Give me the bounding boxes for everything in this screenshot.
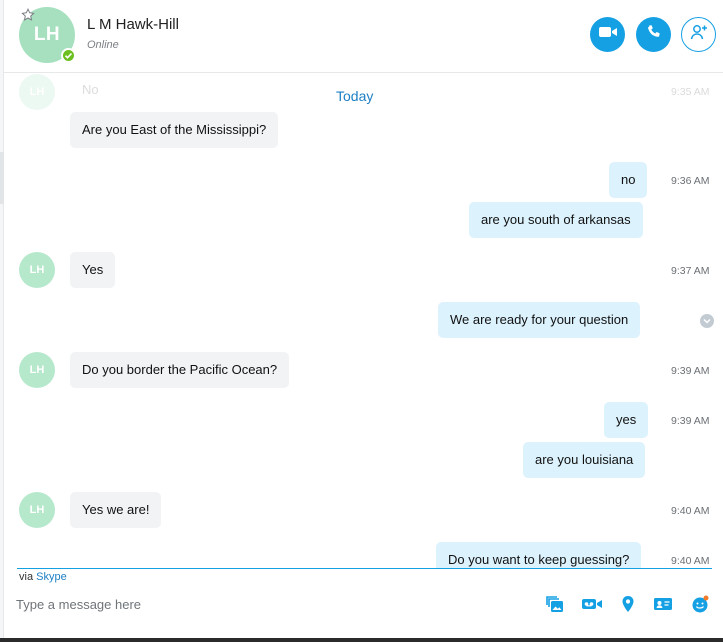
message-input[interactable] <box>16 591 516 617</box>
contact-avatar-small[interactable]: LH <box>19 492 55 528</box>
phone-icon <box>646 24 662 45</box>
message-bubble-outgoing[interactable]: are you louisiana <box>523 442 646 478</box>
via-label: via Skype <box>19 571 67 583</box>
via-skype-link[interactable]: Skype <box>36 571 67 583</box>
send-video-message-button[interactable] <box>582 596 602 616</box>
contact-name[interactable]: L M Hawk-Hill <box>87 16 179 33</box>
send-location-button[interactable] <box>618 595 638 618</box>
voicemail-icon <box>581 597 603 616</box>
image-icon <box>545 594 565 619</box>
contact-avatar-small[interactable]: LH <box>19 352 55 388</box>
contact-card-icon <box>653 597 673 616</box>
message-timestamp: 9:37 AM <box>671 265 710 277</box>
message-bubble-outgoing[interactable]: are you south of arkansas <box>469 202 643 238</box>
message-bubble-outgoing[interactable]: Do you want to keep guessing? <box>436 542 642 568</box>
message-bubble-outgoing[interactable]: yes <box>604 402 649 438</box>
favorite-star-icon[interactable] <box>21 8 35 22</box>
add-person-icon <box>689 23 709 46</box>
message-bubble-incoming[interactable]: Yes we are! <box>70 492 162 528</box>
conversation-pane[interactable]: LH No 9:35 AM Today Are you East of the … <box>4 74 723 568</box>
message-bubble-outgoing[interactable]: We are ready for your question <box>438 302 641 338</box>
message-bubble-incoming[interactable]: Yes <box>70 252 116 288</box>
message-timestamp: 9:40 AM <box>671 555 710 567</box>
video-camera-icon <box>598 25 618 44</box>
video-call-button[interactable] <box>590 17 625 52</box>
send-image-button[interactable] <box>545 594 565 619</box>
chat-header: LH L M Hawk-Hill Online <box>4 0 723 73</box>
chevron-down-icon[interactable] <box>700 314 714 328</box>
contact-status: Online <box>87 39 119 51</box>
message-timestamp: 9:35 AM <box>671 86 710 98</box>
location-pin-icon <box>621 595 635 618</box>
emoji-button[interactable] <box>690 594 710 619</box>
add-people-button[interactable] <box>681 17 716 52</box>
message-bubble-incoming[interactable]: Do you border the Pacific Ocean? <box>70 352 290 388</box>
contact-avatar-small[interactable]: LH <box>19 252 55 288</box>
date-divider: Today <box>336 88 374 104</box>
emoji-icon <box>690 594 710 619</box>
contact-avatar-small[interactable]: LH <box>19 74 55 110</box>
via-prefix: via <box>19 571 34 583</box>
message-timestamp: 9:39 AM <box>671 415 710 427</box>
window-bottom-edge <box>0 638 723 642</box>
message-timestamp: 9:39 AM <box>671 365 710 377</box>
message-bubble-outgoing[interactable]: no <box>609 162 648 198</box>
online-status-icon <box>61 48 76 63</box>
message-bubble-incoming[interactable]: No <box>70 74 111 108</box>
audio-call-button[interactable] <box>636 17 671 52</box>
composer-divider <box>17 568 712 569</box>
message-bubble-incoming[interactable]: Are you East of the Mississippi? <box>70 112 279 148</box>
message-timestamp: 9:36 AM <box>671 175 710 187</box>
message-timestamp: 9:40 AM <box>671 505 710 517</box>
send-contact-button[interactable] <box>653 596 673 616</box>
